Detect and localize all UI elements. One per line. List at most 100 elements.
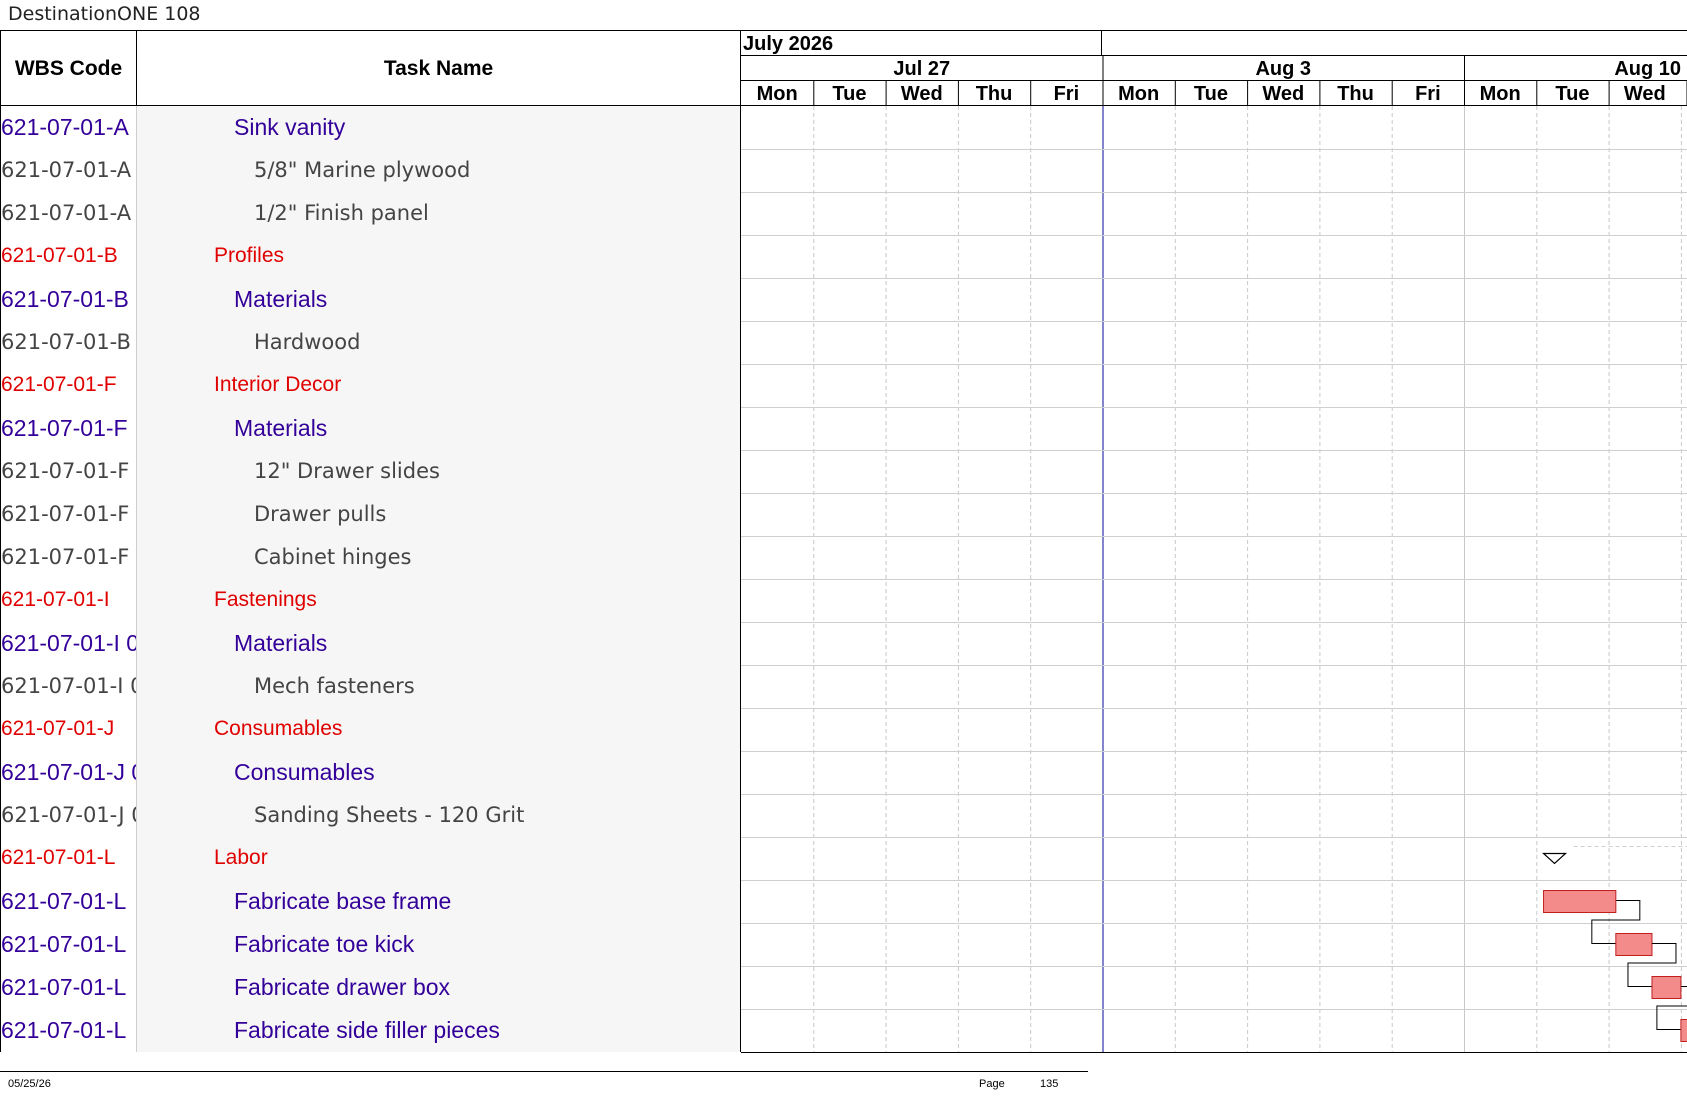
task-name-text: Consumables: [214, 717, 343, 740]
day-label: Mon: [757, 83, 798, 105]
table-row[interactable]: 621-07-01-L Fabricate toe kick: [0, 923, 741, 966]
table-row[interactable]: 621-07-01-B Materials: [0, 278, 741, 321]
table-row[interactable]: 621-07-01-I Fastenings: [0, 579, 741, 622]
wbs-code-cell[interactable]: 621-07-01-A: [0, 106, 137, 149]
task-name-cell[interactable]: Materials: [137, 278, 741, 321]
task-name-cell[interactable]: Consumables: [137, 708, 741, 751]
wbs-code-text: 621-07-01-L: [1, 846, 116, 869]
table-row[interactable]: 621-07-01-A Sink vanity: [0, 106, 741, 149]
table-row[interactable]: 621-07-01-I 01 Mech fasteners: [0, 665, 741, 708]
week-label: Aug 10: [1614, 58, 1681, 80]
table-row[interactable]: 621-07-01-J Consumables: [0, 708, 741, 751]
task-name-cell[interactable]: Fastenings: [137, 579, 741, 622]
task-name-cell[interactable]: 12" Drawer slides: [137, 450, 741, 493]
task-name-cell[interactable]: Cabinet hinges: [137, 536, 741, 579]
wbs-code-cell[interactable]: 621-07-01-F 0: [0, 536, 137, 579]
task-name-cell[interactable]: Fabricate toe kick: [137, 923, 741, 966]
task-name-cell[interactable]: Materials: [137, 407, 741, 450]
task-name-cell[interactable]: Profiles: [137, 235, 741, 278]
task-name-text: Profiles: [214, 244, 285, 267]
table-row[interactable]: 621-07-01-F Interior Decor: [0, 364, 741, 407]
task-name-cell[interactable]: 5/8" Marine plywood: [137, 149, 741, 192]
table-row[interactable]: 621-07-01-B Profiles: [0, 235, 741, 278]
task-name-cell[interactable]: Fabricate drawer box: [137, 966, 741, 1009]
task-name-cell[interactable]: Fabricate side filler pieces: [137, 1009, 741, 1052]
week-label: Aug 3: [1255, 58, 1311, 80]
wbs-code-cell[interactable]: 621-07-01-I: [0, 579, 137, 622]
task-name-cell[interactable]: 1/2" Finish panel: [137, 192, 741, 235]
table-row[interactable]: 621-07-01-I 0 Materials: [0, 622, 741, 665]
wbs-code-cell[interactable]: 621-07-01-A 0: [0, 149, 137, 192]
task-name-cell[interactable]: Mech fasteners: [137, 665, 741, 708]
table-row[interactable]: 621-07-01-L Fabricate base frame: [0, 880, 741, 923]
wbs-code-cell[interactable]: 621-07-01-L: [0, 1009, 137, 1052]
task-name-text: Consumables: [234, 759, 375, 785]
wbs-code-cell[interactable]: 621-07-01-B: [0, 235, 137, 278]
wbs-code-text: 621-07-01-B: [1, 286, 129, 312]
wbs-code-cell[interactable]: 621-07-01-F 0: [0, 450, 137, 493]
wbs-code-cell[interactable]: 621-07-01-A 0: [0, 192, 137, 235]
table-row[interactable]: 621-07-01-L Fabricate side filler pieces: [0, 1009, 741, 1052]
wbs-code-cell[interactable]: 621-07-01-I 01: [0, 665, 137, 708]
wbs-code-cell[interactable]: 621-07-01-B: [0, 278, 137, 321]
task-name-text: Fabricate side filler pieces: [234, 1017, 500, 1043]
task-name-cell[interactable]: Drawer pulls: [137, 493, 741, 536]
wbs-code-cell[interactable]: 621-07-01-L: [0, 880, 137, 923]
wbs-code-text: 621-07-01-F: [1, 373, 117, 396]
wbs-code-text: 621-07-01-F 0: [1, 459, 137, 483]
day-label: Tue: [1194, 83, 1228, 105]
day-label: Thu: [1337, 83, 1374, 105]
table-row[interactable]: 621-07-01-A 0 5/8" Marine plywood: [0, 149, 741, 192]
task-name-text: Sanding Sheets - 120 Grit: [254, 803, 525, 827]
wbs-code-cell[interactable]: 621-07-01-B 0: [0, 321, 137, 364]
task-name-cell[interactable]: Sanding Sheets - 120 Grit: [137, 794, 741, 837]
task-name-cell[interactable]: Materials: [137, 622, 741, 665]
wbs-code-cell[interactable]: 621-07-01-J 0: [0, 751, 137, 794]
wbs-code-cell[interactable]: 621-07-01-J 01: [0, 794, 137, 837]
table-row[interactable]: 621-07-01-B 0 Hardwood: [0, 321, 741, 364]
document-title: DestinationONE 108: [8, 3, 201, 25]
table-row[interactable]: 621-07-01-F Materials: [0, 407, 741, 450]
wbs-code-text: 621-07-01-J 01: [1, 803, 136, 827]
task-bar: [1543, 890, 1617, 913]
task-name-text: Materials: [234, 415, 328, 441]
wbs-code-cell[interactable]: 621-07-01-L: [0, 966, 137, 1009]
table-row[interactable]: 621-07-01-A 0 1/2" Finish panel: [0, 192, 741, 235]
task-name-column-header[interactable]: Task Name: [137, 30, 741, 106]
footer-page-label: Page: [979, 1078, 1005, 1090]
task-name-cell[interactable]: Interior Decor: [137, 364, 741, 407]
table-row[interactable]: 621-07-01-F 0 Cabinet hinges: [0, 536, 741, 579]
wbs-code-cell[interactable]: 621-07-01-F 0: [0, 493, 137, 536]
wbs-code-text: 621-07-01-I 01: [1, 674, 136, 698]
task-name-cell[interactable]: Sink vanity: [137, 106, 741, 149]
gantt-chart[interactable]: July 2026 Jul 27 Aug 3 Aug 10 Mon Tue Wed Thu Fr…: [741, 30, 1687, 1054]
gantt-timeline-svg: July 2026 Jul 27 Aug 3 Aug 10 Mon Tue Wed Thu Fr…: [741, 30, 1687, 1053]
week-label: Jul 27: [893, 58, 950, 80]
task-name-cell[interactable]: Hardwood: [137, 321, 741, 364]
task-name-text: Hardwood: [254, 330, 361, 354]
day-label: Fri: [1415, 83, 1441, 105]
task-name-cell[interactable]: Labor: [137, 837, 741, 880]
task-name-text: Fabricate drawer box: [234, 974, 451, 1000]
table-row[interactable]: 621-07-01-J 01 Sanding Sheets - 120 Grit: [0, 794, 741, 837]
table-row[interactable]: 621-07-01-L Labor: [0, 837, 741, 880]
wbs-code-text: 621-07-01-F 0: [1, 545, 137, 569]
wbs-code-cell[interactable]: 621-07-01-L: [0, 837, 137, 880]
table-row[interactable]: 621-07-01-L Fabricate drawer box: [0, 966, 741, 1009]
task-name-text: Sink vanity: [234, 114, 346, 140]
wbs-code-text: 621-07-01-B 0: [1, 330, 137, 354]
wbs-code-cell[interactable]: 621-07-01-I 0: [0, 622, 137, 665]
wbs-code-cell[interactable]: 621-07-01-J: [0, 708, 137, 751]
table-row[interactable]: 621-07-01-F 0 Drawer pulls: [0, 493, 741, 536]
wbs-code-cell[interactable]: 621-07-01-F: [0, 364, 137, 407]
wbs-code-cell[interactable]: 621-07-01-F: [0, 407, 137, 450]
table-row[interactable]: 621-07-01-J 0 Consumables: [0, 751, 741, 794]
wbs-code-cell[interactable]: 621-07-01-L: [0, 923, 137, 966]
wbs-code-text: 621-07-01-A: [1, 114, 129, 140]
wbs-code-column-header[interactable]: WBS Code: [0, 30, 137, 106]
wbs-code-text: 621-07-01-F: [1, 415, 128, 441]
task-name-cell[interactable]: Consumables: [137, 751, 741, 794]
task-name-cell[interactable]: Fabricate base frame: [137, 880, 741, 923]
table-row[interactable]: 621-07-01-F 0 12" Drawer slides: [0, 450, 741, 493]
wbs-code-text: 621-07-01-J: [1, 717, 115, 740]
